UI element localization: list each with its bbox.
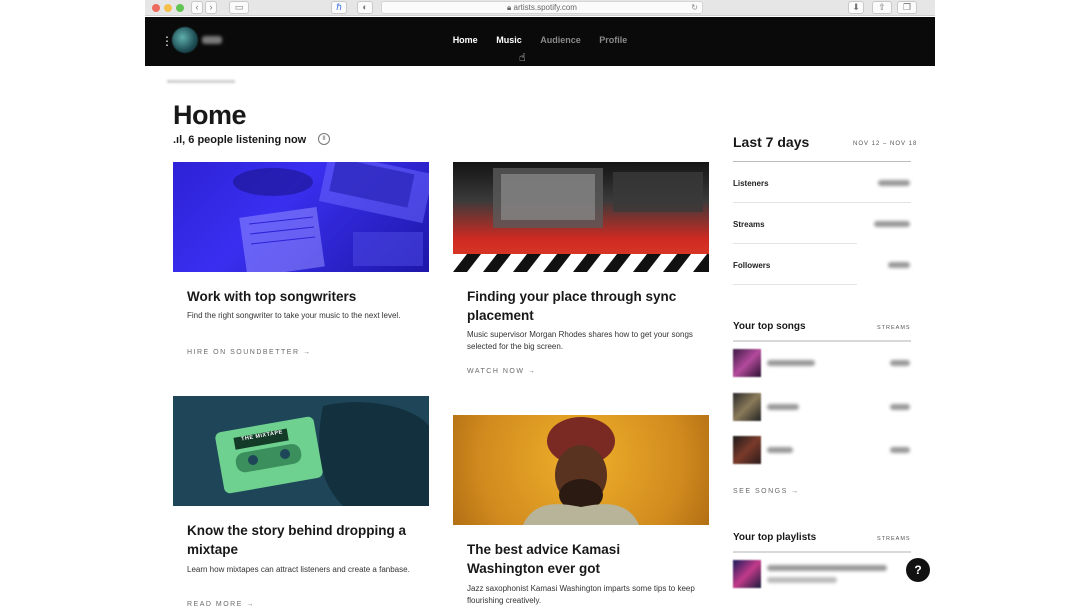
card-description: Jazz saxophonist Kamasi Washington impar… bbox=[467, 584, 695, 605]
artist-subtitle-blurred bbox=[167, 80, 235, 83]
playlist-title-blurred[interactable] bbox=[767, 565, 887, 571]
song-title-blurred[interactable] bbox=[767, 447, 793, 453]
portrait-illustration bbox=[523, 417, 639, 525]
extension-button[interactable]: ℏ bbox=[331, 1, 347, 14]
song-streams-blurred bbox=[890, 447, 910, 453]
song-artwork[interactable] bbox=[733, 393, 761, 421]
last-7-days-heading: Last 7 days bbox=[733, 134, 810, 150]
playlist-artwork[interactable] bbox=[733, 560, 761, 588]
stat-followers-label: Followers bbox=[733, 261, 771, 270]
see-songs-link[interactable]: SEE SONGS → bbox=[733, 488, 800, 495]
page-title: Home bbox=[173, 100, 247, 130]
share-button[interactable]: ⇧ bbox=[872, 1, 892, 14]
card-description: Learn how mixtapes can attract listeners… bbox=[187, 565, 410, 574]
sidebar-toggle-button[interactable]: ▭ bbox=[229, 1, 249, 14]
listening-now-text: .ıl, 6 people listening now bbox=[173, 134, 307, 146]
playlist-subtitle-blurred bbox=[767, 577, 837, 583]
date-range: NOV 12 – NOV 18 bbox=[853, 141, 918, 147]
card-description: Music supervisor Morgan Rhodes shares ho… bbox=[467, 330, 693, 351]
nav-links: Home Music Audience Profile bbox=[145, 35, 935, 45]
stat-listeners-value-blurred bbox=[878, 180, 910, 186]
card-description: Find the right songwriter to take your m… bbox=[187, 311, 401, 320]
card-title[interactable]: Finding your place through sync placemen… bbox=[467, 287, 697, 325]
song-artwork[interactable] bbox=[733, 436, 761, 464]
notebook-laptop-illustration bbox=[233, 162, 429, 272]
mixtape-image[interactable]: THE MIXTAPE bbox=[173, 396, 429, 506]
minimize-window-button[interactable] bbox=[164, 4, 172, 12]
zoom-window-button[interactable] bbox=[176, 4, 184, 12]
song-streams-blurred bbox=[890, 360, 910, 366]
divider bbox=[733, 284, 857, 285]
song-title-blurred[interactable] bbox=[767, 360, 815, 366]
sidebar-icon: ▭ bbox=[234, 2, 244, 12]
hire-on-soundbetter-link[interactable]: HIRE ON SOUNDBETTER → bbox=[187, 349, 311, 356]
close-window-button[interactable] bbox=[152, 4, 160, 12]
downloads-button[interactable]: ⬇ bbox=[848, 1, 864, 14]
read-more-link[interactable]: READ MORE → bbox=[187, 601, 255, 608]
song-artwork[interactable] bbox=[733, 349, 761, 377]
pause-icon[interactable]: II bbox=[318, 133, 330, 145]
download-icon: ⬇ bbox=[852, 2, 860, 12]
back-button[interactable]: ‹ bbox=[191, 1, 203, 14]
url-text: artists.spotify.com bbox=[513, 3, 577, 12]
stat-streams-value-blurred bbox=[874, 221, 910, 227]
shield-icon: ◐ bbox=[362, 2, 368, 12]
share-icon: ⇧ bbox=[878, 2, 886, 12]
nav-profile[interactable]: Profile bbox=[599, 35, 627, 45]
nav-home[interactable]: Home bbox=[453, 35, 478, 45]
help-button[interactable]: ? bbox=[906, 558, 930, 582]
card-title[interactable]: Know the story behind dropping a mixtape bbox=[187, 521, 427, 559]
cassette-illustration bbox=[215, 402, 429, 506]
kamasi-washington-image[interactable] bbox=[453, 415, 709, 525]
streams-column-label: STREAMS bbox=[877, 536, 911, 542]
stat-listeners-label: Listeners bbox=[733, 179, 769, 188]
chevron-right-icon: › bbox=[209, 2, 213, 12]
editing-studio-illustration bbox=[453, 168, 709, 272]
lock-icon: 🔒︎ bbox=[507, 3, 512, 12]
reload-icon[interactable]: ↻ bbox=[691, 2, 698, 13]
top-songs-title: Your top songs bbox=[733, 321, 806, 332]
top-playlists-title: Your top playlists bbox=[733, 532, 817, 543]
browser-toolbar: ‹ › ▭ ℏ ◐ 🔒︎ artists.spotify.com ↻ ⬇ ⇧ ❐ bbox=[145, 0, 935, 16]
watch-now-link[interactable]: WATCH NOW → bbox=[467, 368, 536, 375]
nav-music[interactable]: Music bbox=[496, 35, 522, 45]
song-title-blurred[interactable] bbox=[767, 404, 799, 410]
songwriters-image[interactable] bbox=[173, 162, 429, 272]
chevron-left-icon: ‹ bbox=[195, 2, 199, 12]
forward-button[interactable]: › bbox=[205, 1, 217, 14]
extension-icon: ℏ bbox=[336, 2, 342, 12]
tabs-icon: ❐ bbox=[902, 2, 912, 12]
stat-streams-label: Streams bbox=[733, 220, 765, 229]
nav-audience[interactable]: Audience bbox=[540, 35, 581, 45]
divider bbox=[733, 340, 911, 342]
divider bbox=[733, 551, 911, 553]
song-streams-blurred bbox=[890, 404, 910, 410]
stat-followers-value-blurred bbox=[888, 262, 910, 268]
address-bar[interactable]: 🔒︎ artists.spotify.com ↻ bbox=[381, 1, 703, 14]
card-title[interactable]: Work with top songwriters bbox=[187, 287, 427, 306]
divider bbox=[733, 161, 911, 162]
hand-cursor-icon: ☝ bbox=[519, 52, 526, 64]
top-navigation: ⋮ Home Music Audience Profile bbox=[145, 17, 935, 83]
privacy-button[interactable]: ◐ bbox=[357, 1, 373, 14]
card-title[interactable]: The best advice Kamasi Washington ever g… bbox=[467, 540, 697, 578]
streams-column-label: STREAMS bbox=[877, 325, 911, 331]
divider bbox=[733, 202, 911, 203]
divider bbox=[733, 243, 857, 244]
sync-placement-image[interactable] bbox=[453, 162, 709, 272]
tabs-button[interactable]: ❐ bbox=[897, 1, 917, 14]
browser-window: ‹ › ▭ ℏ ◐ 🔒︎ artists.spotify.com ↻ ⬇ ⇧ ❐… bbox=[145, 0, 935, 608]
